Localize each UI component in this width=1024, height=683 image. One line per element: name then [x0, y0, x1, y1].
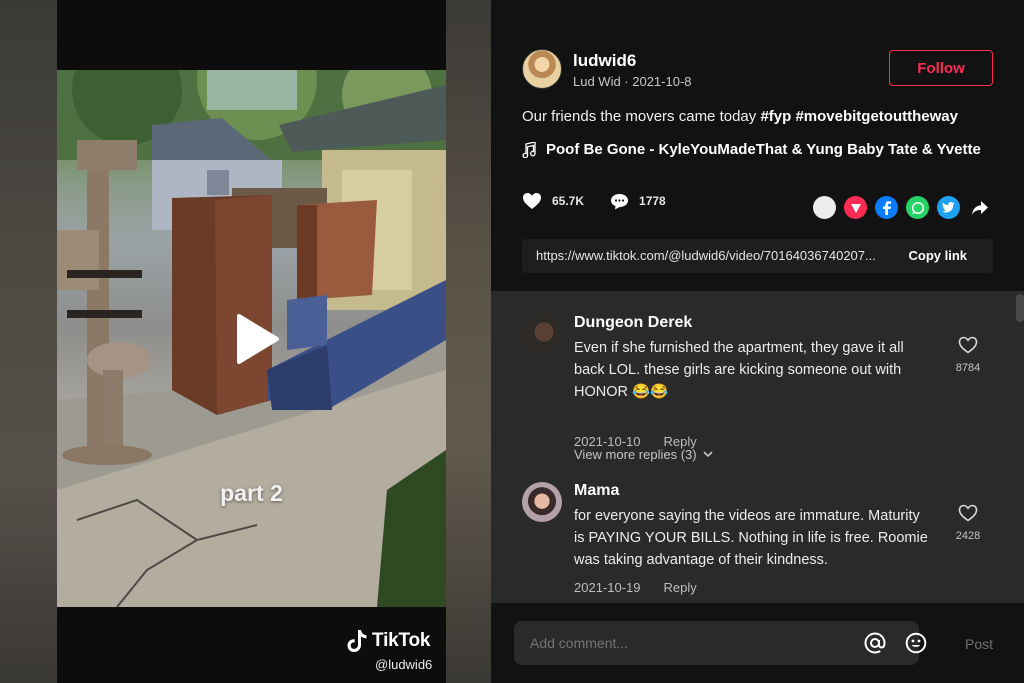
- author-username[interactable]: ludwid6: [573, 51, 636, 71]
- whatsapp-icon[interactable]: [906, 196, 929, 219]
- comment-icon: [611, 193, 629, 209]
- hashtag-link[interactable]: #fyp: [760, 108, 791, 125]
- comment-like-button[interactable]: 2428: [948, 504, 988, 542]
- copy-link-button[interactable]: Copy link: [908, 248, 967, 263]
- video-detail-panel: ludwid6 Lud Wid · 2021-10-8 Follow Our f…: [491, 0, 1024, 683]
- video-overlay-text: part 2: [220, 480, 283, 506]
- music-note-icon: [522, 141, 536, 158]
- author-subtitle: Lud Wid · 2021-10-8: [573, 74, 692, 89]
- view-more-replies[interactable]: View more replies (3): [574, 447, 713, 462]
- play-button[interactable]: [233, 312, 281, 366]
- like-button[interactable]: 65.7K: [522, 192, 584, 210]
- send-icon[interactable]: [844, 196, 867, 219]
- comment-date: 2021-10-19: [574, 580, 641, 595]
- video-caption: Our friends the movers came today #fyp #…: [522, 108, 958, 125]
- video-link-url[interactable]: https://www.tiktok.com/@ludwid6/video/70…: [536, 248, 898, 263]
- comment-meta: 2021-10-19 Reply: [574, 580, 697, 595]
- blurred-backdrop-right: [446, 0, 491, 683]
- commenter-avatar[interactable]: [522, 314, 562, 354]
- share-arrow-icon[interactable]: [968, 196, 991, 219]
- commenter-name[interactable]: Dungeon Derek: [574, 314, 692, 332]
- caption-text: Our friends the movers came today: [522, 108, 761, 125]
- tiktok-brand: TikTok: [372, 630, 431, 651]
- heart-outline-icon: [958, 504, 978, 522]
- mention-icon[interactable]: [864, 632, 886, 654]
- like-count: 65.7K: [552, 194, 585, 208]
- author-avatar[interactable]: [522, 49, 562, 89]
- music-title: Poof Be Gone - KyleYouMadeThat & Yung Ba…: [546, 141, 981, 158]
- comment-count: 1778: [639, 194, 666, 208]
- heart-outline-icon: [958, 336, 978, 354]
- comment-list[interactable]: Dungeon Derek Even if she furnished the …: [491, 292, 1024, 603]
- reply-button[interactable]: Reply: [664, 580, 697, 595]
- video-player[interactable]: part 2 TikTok @ludwid6: [57, 0, 446, 683]
- video-stage: part 2 TikTok @ludwid6: [0, 0, 491, 683]
- blurred-backdrop-left: [0, 0, 57, 683]
- facebook-icon[interactable]: [875, 196, 898, 219]
- video-link-box: https://www.tiktok.com/@ludwid6/video/70…: [522, 239, 993, 273]
- play-icon: [237, 314, 279, 364]
- comment-like-button[interactable]: 8784: [948, 336, 988, 374]
- twitter-icon[interactable]: [937, 196, 960, 219]
- tiktok-logo-icon: [347, 630, 367, 652]
- hashtag-link[interactable]: #movebitgetouttheway: [795, 108, 958, 125]
- comment-composer: Post: [491, 603, 1024, 683]
- comment-like-count: 2428: [955, 530, 981, 542]
- share-options: [813, 196, 991, 219]
- tiktok-watermark: TikTok: [346, 628, 430, 654]
- comment-button[interactable]: 1778: [610, 193, 666, 210]
- emoji-icon[interactable]: [905, 632, 927, 654]
- embed-icon[interactable]: [813, 196, 836, 219]
- commenter-name[interactable]: Mama: [574, 482, 619, 500]
- follow-button[interactable]: Follow: [889, 50, 993, 86]
- add-comment-box[interactable]: [514, 621, 919, 665]
- post-comment-button[interactable]: Post: [965, 636, 993, 652]
- comment-like-count: 8784: [955, 362, 981, 374]
- add-comment-input[interactable]: [530, 635, 850, 651]
- engagement-bar: 65.7K 1778: [522, 192, 666, 210]
- watermark-handle: @ludwid6: [375, 657, 433, 672]
- view-replies-label: View more replies (3): [574, 447, 697, 462]
- comment-text: Even if she furnished the apartment, the…: [574, 340, 904, 400]
- music-link[interactable]: Poof Be Gone - KyleYouMadeThat & Yung Ba…: [522, 141, 981, 158]
- comment-text: for everyone saying the videos are immat…: [574, 508, 928, 568]
- comments-scrollbar[interactable]: [1016, 294, 1024, 322]
- heart-icon: [523, 193, 541, 209]
- chevron-down-icon: [703, 451, 713, 458]
- commenter-avatar[interactable]: [522, 482, 562, 522]
